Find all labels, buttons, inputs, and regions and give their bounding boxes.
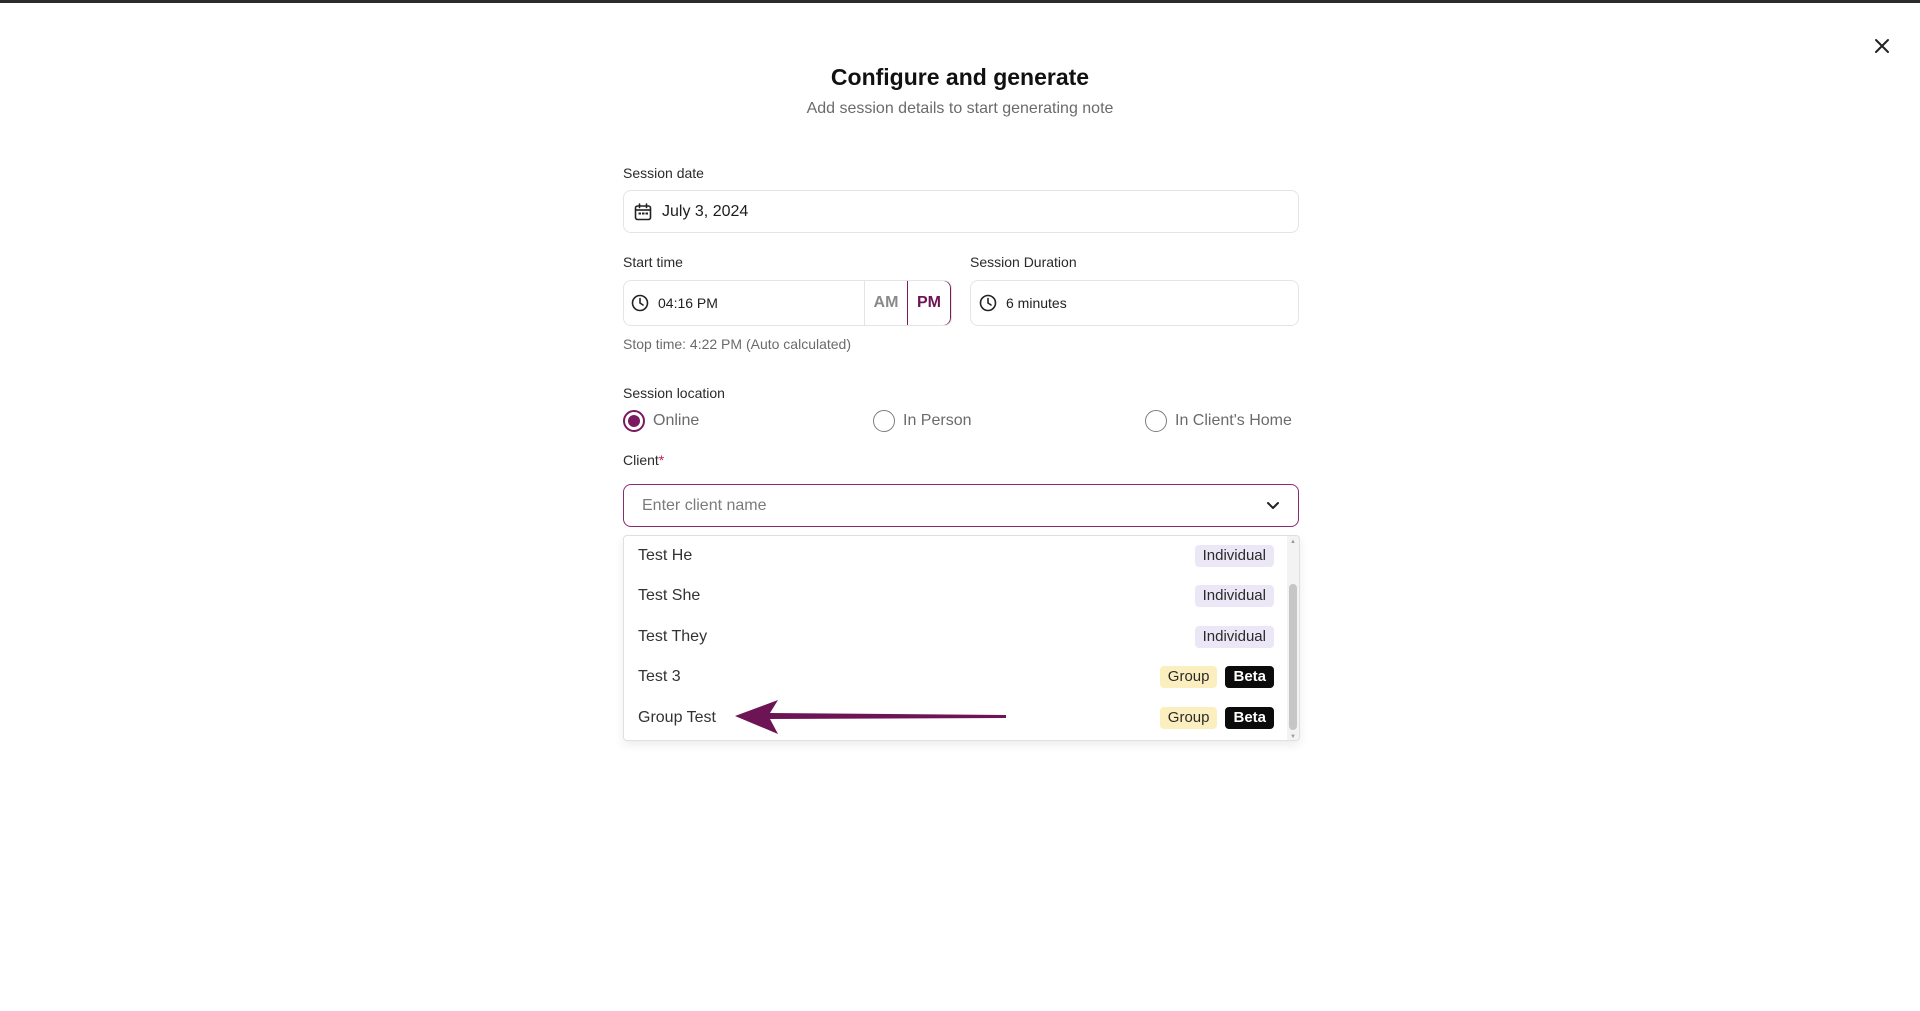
session-location-label: Session location (623, 385, 725, 401)
close-button[interactable] (1866, 30, 1898, 62)
scroll-up-icon[interactable]: ▲ (1290, 539, 1296, 545)
pm-toggle[interactable]: PM (907, 281, 951, 325)
client-placeholder: Enter client name (642, 496, 767, 514)
calendar-icon (634, 202, 652, 220)
individual-tag: Individual (1194, 626, 1274, 648)
scrollbar-thumb[interactable] (1289, 584, 1297, 730)
client-option-name: Test She (638, 587, 701, 604)
start-time-label: Start time (623, 254, 683, 270)
scroll-down-icon[interactable]: ▼ (1290, 734, 1296, 740)
location-label-in-person: In Person (903, 412, 972, 429)
group-tag: Group (1159, 707, 1218, 729)
page-subtitle: Add session details to start generating … (806, 100, 1114, 117)
close-icon (1875, 39, 1889, 53)
radio-client-home[interactable] (1145, 410, 1167, 432)
page-title: Configure and generate (830, 64, 1090, 90)
client-label-text: Client (623, 452, 659, 468)
client-option[interactable]: Test They Individual (624, 617, 1288, 657)
start-time-field[interactable]: 04:16 PM AM PM (623, 280, 952, 326)
location-option-online[interactable]: Online (623, 410, 699, 432)
arrow-annotation (735, 700, 1006, 734)
location-label-client-home: In Client's Home (1175, 412, 1292, 429)
session-duration-field[interactable]: 6 minutes (970, 280, 1299, 326)
location-option-client-home[interactable]: In Client's Home (1145, 410, 1292, 432)
stop-time-text: Stop time: 4:22 PM (Auto calculated) (623, 336, 851, 352)
client-option-name: Test 3 (638, 668, 681, 685)
start-time-value: 04:16 PM (658, 295, 718, 311)
individual-tag: Individual (1194, 585, 1274, 607)
radio-in-person[interactable] (873, 410, 895, 432)
radio-dot (628, 415, 640, 427)
option-tags: Individual (1194, 545, 1274, 567)
client-option[interactable]: Test 3 Group Beta (624, 657, 1288, 697)
option-tags: Individual (1194, 585, 1274, 607)
dropdown-scrollbar[interactable]: ▲ ▼ (1287, 536, 1299, 740)
beta-tag: Beta (1225, 666, 1274, 688)
client-option[interactable]: Test He Individual (624, 536, 1288, 576)
client-option-name: Test He (638, 547, 693, 564)
client-select[interactable]: Enter client name (623, 484, 1299, 527)
option-tags: Group Beta (1159, 707, 1274, 729)
clock-icon (631, 294, 649, 312)
session-duration-label: Session Duration (970, 254, 1077, 270)
option-tags: Individual (1194, 626, 1274, 648)
client-option-name: Test They (638, 628, 708, 645)
client-label: Client* (623, 452, 664, 468)
client-option[interactable]: Test She Individual (624, 576, 1288, 616)
required-marker: * (658, 452, 665, 468)
chevron-down-icon[interactable] (1266, 501, 1280, 511)
location-option-in-person[interactable]: In Person (873, 410, 971, 432)
group-tag: Group (1159, 666, 1218, 688)
clock-icon (979, 294, 997, 312)
radio-online[interactable] (623, 410, 645, 432)
beta-tag: Beta (1225, 707, 1274, 729)
am-toggle[interactable]: AM (864, 281, 907, 325)
session-duration-value: 6 minutes (1006, 295, 1067, 311)
session-date-label: Session date (623, 165, 704, 181)
individual-tag: Individual (1194, 545, 1274, 567)
start-time-input[interactable]: 04:16 PM (624, 281, 864, 325)
location-label-online: Online (653, 412, 700, 429)
client-option-name: Group Test (638, 709, 716, 726)
option-tags: Group Beta (1159, 666, 1274, 688)
top-border (0, 0, 1920, 3)
session-date-field[interactable]: July 3, 2024 (623, 190, 1299, 233)
session-date-value: July 3, 2024 (662, 202, 749, 220)
